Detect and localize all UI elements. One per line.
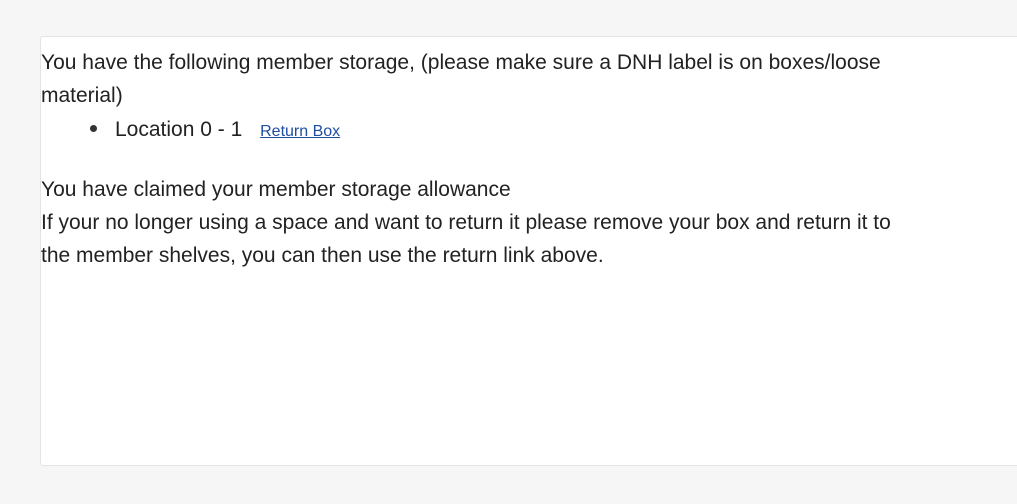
return-instructions-text: If your no longer using a space and want… (41, 211, 891, 267)
storage-location-label: Location 0 - 1 (115, 118, 243, 141)
bullet-icon (90, 125, 97, 132)
storage-list: Location 0 - 1 Return Box (41, 112, 921, 147)
storage-content: You have the following member storage, (… (41, 46, 921, 272)
storage-intro-text: You have the following member storage, (… (41, 51, 881, 107)
storage-list-item: Location 0 - 1 Return Box (41, 112, 921, 147)
storage-allowance-text: You have claimed your member storage all… (41, 178, 511, 201)
return-box-link[interactable]: Return Box (260, 114, 340, 149)
